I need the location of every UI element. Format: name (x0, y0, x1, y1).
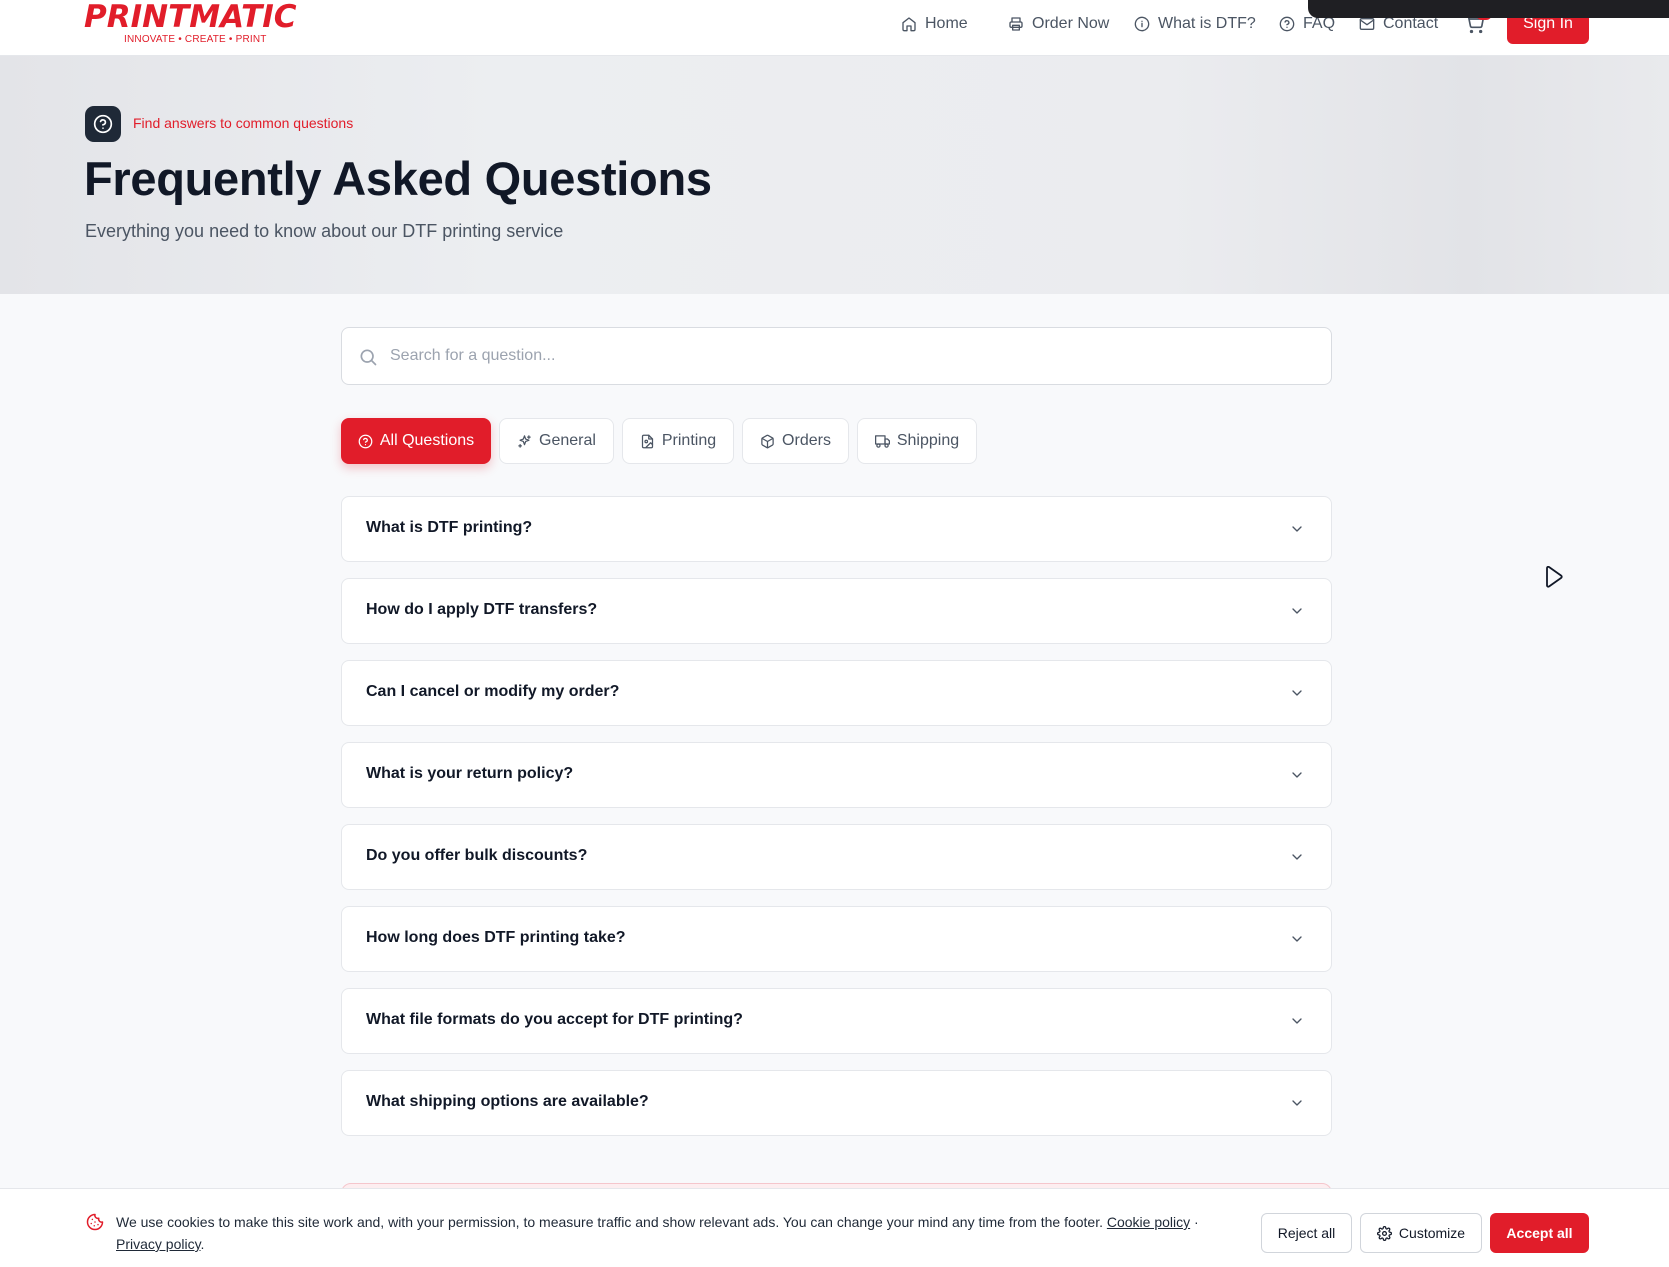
help-circle-icon (358, 434, 373, 448)
customize-button[interactable]: Customize (1360, 1213, 1482, 1253)
gear-icon (1376, 1225, 1392, 1241)
customize-label: Customize (1398, 1225, 1466, 1241)
printer-icon (1009, 17, 1023, 31)
tab-printing[interactable]: Printing (622, 418, 734, 464)
nav-what-is-dtf-label: What is DTF? (1158, 15, 1256, 32)
chevron-down-icon (1292, 936, 1302, 942)
nav-home[interactable]: Home (901, 12, 968, 36)
faq-item[interactable]: What file formats do you accept for DTF … (341, 988, 1332, 1054)
cookie-separator: · (1194, 1214, 1199, 1230)
overlay-bar (1308, 0, 1669, 18)
faq-question: How long does DTF printing take? (366, 929, 626, 946)
faq-item[interactable]: What is your return policy? (341, 742, 1332, 808)
chevron-down-icon (1292, 772, 1302, 778)
tab-label: Shipping (896, 432, 960, 449)
chevron-down-icon (1292, 608, 1302, 614)
tab-shipping[interactable]: Shipping (857, 418, 977, 464)
nav-order-now-label: Order Now (1032, 15, 1110, 32)
help-circle-icon (93, 114, 113, 134)
info-icon (1134, 16, 1150, 32)
tab-all-questions[interactable]: All Questions (341, 418, 491, 464)
chevron-down-icon (1292, 1018, 1302, 1024)
faq-question: What is DTF printing? (366, 519, 533, 536)
nav-what-is-dtf[interactable]: What is DTF? (1134, 12, 1256, 36)
faq-question: Do you offer bulk discounts? (366, 847, 588, 864)
faq-question: How do I apply DTF transfers? (366, 601, 598, 618)
faq-search[interactable] (341, 327, 1332, 385)
file-image-icon (641, 434, 653, 448)
hero-section: Find answers to common questions Frequen… (0, 56, 1669, 294)
page-title: Frequently Asked Questions (84, 152, 712, 205)
faq-item[interactable]: How do I apply DTF transfers? (341, 578, 1332, 644)
cookie-message: We use cookies to make this site work an… (116, 1211, 1226, 1255)
faq-item[interactable]: What shipping options are available? (341, 1070, 1332, 1136)
tab-label: Orders (782, 432, 831, 449)
nav-home-label: Home (925, 15, 968, 32)
chevron-down-icon (1292, 854, 1302, 860)
sparkles-icon (518, 434, 531, 448)
tab-label: General (539, 432, 596, 449)
chevron-down-icon (1292, 526, 1302, 532)
help-circle-icon (1279, 16, 1295, 32)
faq-item[interactable]: Can I cancel or modify my order? (341, 660, 1332, 726)
faq-question: What is your return policy? (366, 765, 574, 782)
faq-question: What shipping options are available? (366, 1093, 649, 1110)
privacy-policy-link[interactable]: Privacy policy (116, 1236, 201, 1252)
play-icon[interactable] (1544, 565, 1564, 588)
search-icon (360, 349, 377, 366)
page-subtitle: Everything you need to know about our DT… (85, 221, 564, 241)
reject-all-button[interactable]: Reject all (1261, 1213, 1352, 1253)
chevron-down-icon (1292, 690, 1302, 696)
faq-item[interactable]: How long does DTF printing take? (341, 906, 1332, 972)
nav-order-now[interactable]: Order Now (1008, 12, 1109, 36)
home-icon (902, 17, 916, 32)
tab-general[interactable]: General (499, 418, 614, 464)
brand-name: PRINTMATIC (84, 0, 297, 35)
cookie-policy-link[interactable]: Cookie policy (1107, 1214, 1190, 1230)
cookie-text-end: . (200, 1236, 205, 1252)
faq-question: What file formats do you accept for DTF … (366, 1011, 743, 1028)
truck-icon (874, 434, 890, 448)
chevron-down-icon (1292, 1100, 1302, 1106)
cookie-text: We use cookies to make this site work an… (116, 1214, 1103, 1230)
faq-item[interactable]: What is DTF printing? (341, 496, 1332, 562)
package-icon (761, 434, 774, 448)
cookie-icon (86, 1213, 104, 1231)
faq-question: Can I cancel or modify my order? (366, 683, 620, 700)
tab-label: All Questions (379, 432, 475, 449)
search-input[interactable] (390, 328, 1310, 384)
faq-item[interactable]: Do you offer bulk discounts? (341, 824, 1332, 890)
hero-badge (85, 106, 121, 142)
tab-label: Printing (661, 432, 717, 449)
brand-logo[interactable]: PRINTMATIC INNOVATE • CREATE • PRINT (84, 0, 304, 50)
mail-icon (1359, 18, 1375, 30)
accept-all-button[interactable]: Accept all (1490, 1213, 1589, 1253)
brand-tagline: INNOVATE • CREATE • PRINT (124, 34, 267, 45)
hero-eyebrow: Find answers to common questions (133, 115, 354, 131)
cookie-banner: We use cookies to make this site work an… (0, 1188, 1669, 1267)
tab-orders[interactable]: Orders (742, 418, 849, 464)
